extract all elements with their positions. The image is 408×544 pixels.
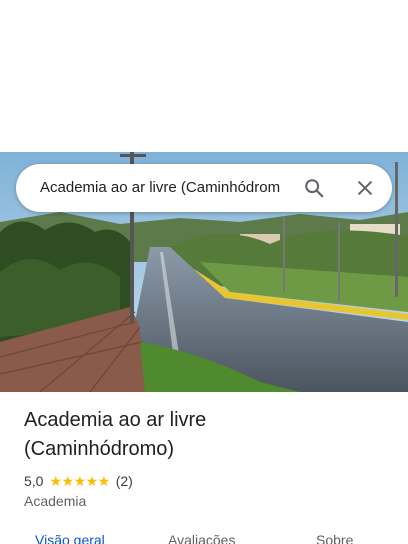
place-category[interactable]: Academia — [24, 493, 86, 509]
review-count[interactable]: (2) — [116, 473, 133, 489]
tab-overview[interactable]: Visão geral — [35, 532, 105, 544]
search-icon — [305, 179, 324, 198]
tab-about[interactable]: Sobre — [316, 532, 353, 544]
search-button[interactable] — [298, 172, 330, 204]
place-title-line2: (Caminhódromo) — [24, 438, 175, 460]
close-icon — [358, 181, 372, 195]
star-rating-icon: ★★★★★ — [49, 472, 110, 489]
search-bar[interactable]: Academia ao ar livre (Caminhódrom — [16, 164, 392, 212]
close-button[interactable] — [349, 172, 381, 204]
place-tabs: Visão geral Avaliações Sobre — [0, 528, 408, 544]
search-input[interactable]: Academia ao ar livre (Caminhódrom — [40, 164, 290, 212]
map-blank-area — [0, 0, 408, 152]
tab-reviews[interactable]: Avaliações — [168, 532, 235, 544]
rating-value: 5,0 — [24, 473, 44, 489]
rating-row[interactable]: 5,0 ★★★★★ (2) — [24, 472, 133, 490]
place-title: Academia ao ar livre (Caminhódromo) — [24, 406, 394, 464]
place-title-line1: Academia ao ar livre — [24, 409, 207, 431]
